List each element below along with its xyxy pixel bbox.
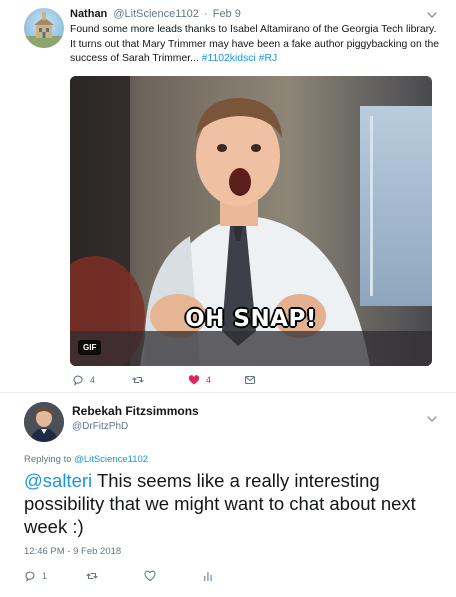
avatar[interactable]: [24, 402, 64, 442]
reply-icon: [25, 571, 35, 582]
tweet-text-line: Found some more leads thanks to Isabel A…: [70, 24, 437, 35]
like-count: 4: [206, 375, 212, 385]
retweet-icon: [86, 572, 98, 580]
reply-button[interactable]: 1: [24, 568, 47, 584]
author-name[interactable]: Nathan: [70, 8, 107, 20]
chevron-down-icon[interactable]: [426, 412, 438, 424]
envelope-icon: [244, 375, 256, 385]
analytics-button[interactable]: [202, 568, 220, 584]
like-button[interactable]: [144, 568, 162, 584]
retweet-icon: [132, 376, 144, 384]
replying-to-label: Replying to: [24, 454, 72, 465]
reply-button[interactable]: 4: [72, 372, 95, 388]
like-button[interactable]: 4: [188, 372, 211, 388]
gif-overlay-caption: OH SNAP!: [185, 306, 317, 332]
heart-icon: [188, 375, 200, 385]
chevron-down-icon[interactable]: [426, 8, 438, 20]
tweet-text-line: It turns out that Mary Trimmer may have …: [70, 38, 440, 50]
avatar[interactable]: [24, 8, 64, 48]
author-name[interactable]: Rebekah Fitzsimmons: [72, 404, 199, 418]
tweet-text: @salteri This seems like a really intere…: [24, 469, 439, 538]
reply-count: 1: [42, 571, 48, 581]
author-handle[interactable]: @LitScience1102: [113, 8, 199, 20]
gif-badge: GIF: [78, 340, 102, 355]
tweet-timestamp[interactable]: 12:46 PM - 9 Feb 2018: [24, 546, 121, 557]
tweet-date[interactable]: Feb 9: [213, 8, 241, 20]
tweet-text-line-part: success of Sarah Trimmer...: [70, 53, 199, 64]
tweet-original: Nathan @LitScience1102 · Feb 9 Found som…: [0, 0, 456, 392]
tweet-actions: 4 4: [72, 372, 332, 388]
tweet-text-line: success of Sarah Trimmer... #1102kidsci …: [70, 52, 440, 67]
retweet-button[interactable]: [86, 568, 104, 584]
reply-icon: [73, 375, 83, 386]
replying-to: Replying to @LitScience1102: [24, 454, 148, 465]
retweet-button[interactable]: [132, 372, 150, 388]
direct-message-button[interactable]: [244, 372, 262, 388]
tweet-actions: 1: [24, 568, 264, 584]
mention-link[interactable]: @salteri: [24, 470, 92, 491]
building-icon: [24, 12, 64, 48]
tweet-header: Nathan @LitScience1102 · Feb 9: [70, 8, 241, 20]
analytics-icon: [204, 572, 212, 581]
divider: [0, 392, 456, 393]
replying-to-handle-link[interactable]: @LitScience1102: [74, 454, 148, 465]
hashtags-link[interactable]: #1102kidsci #RJ: [202, 53, 277, 64]
reply-count: 4: [90, 375, 96, 385]
profile-photo: [24, 402, 64, 442]
tweet-text: Found some more leads thanks to Isabel A…: [70, 23, 440, 67]
separator: ·: [203, 8, 208, 20]
author-handle[interactable]: @DrFitzPhD: [72, 421, 128, 432]
gif-media[interactable]: OH SNAP! GIF: [70, 76, 432, 366]
heart-outline-icon: [144, 570, 156, 582]
